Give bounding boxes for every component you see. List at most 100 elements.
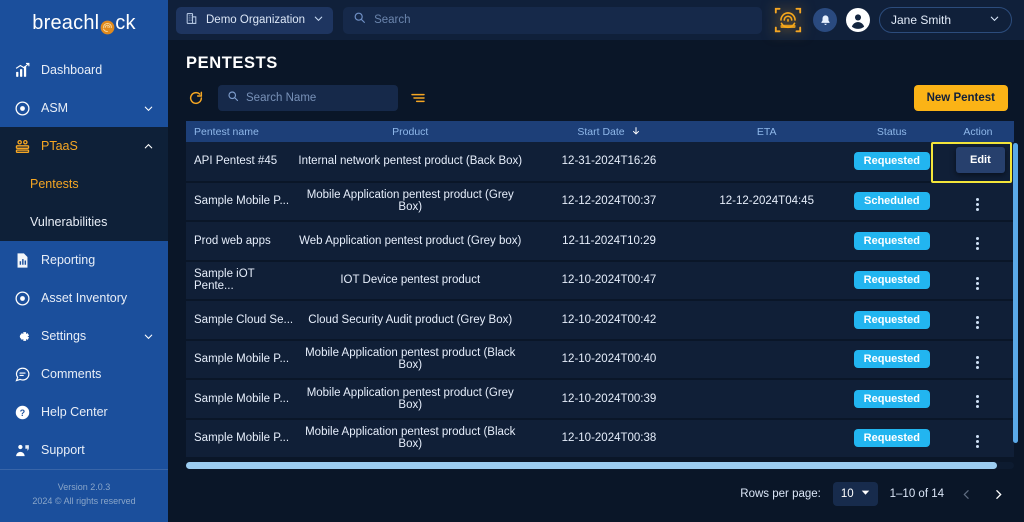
column-header-start-date[interactable]: Start Date: [526, 121, 692, 142]
sidebar-item-label: Help Center: [41, 405, 108, 419]
sidebar-item-label: PTaaS: [41, 139, 78, 153]
cell-eta: [691, 260, 842, 301]
sidebar-subitem-label: Pentests: [30, 177, 79, 191]
table-toolbar: New Pentest: [168, 73, 1024, 121]
status-badge: Requested: [853, 389, 930, 408]
table-row[interactable]: Sample Mobile P... Mobile Application pe…: [186, 379, 1014, 420]
search-input[interactable]: [374, 14, 752, 26]
main-content: Demo Organization Search Jane Smith PENT…: [168, 0, 1024, 522]
next-page-button[interactable]: [988, 484, 1008, 504]
cell-action: [941, 418, 1014, 459]
target-icon: [14, 290, 31, 307]
column-header-eta[interactable]: ETA: [691, 121, 842, 142]
previous-page-button[interactable]: [956, 484, 976, 504]
cell-eta: [691, 339, 842, 380]
vertical-dots-icon[interactable]: [976, 237, 980, 251]
vertical-dots-icon[interactable]: [976, 355, 980, 369]
table-horizontal-scrollbar-track[interactable]: [186, 462, 1014, 469]
cell-status: Requested: [841, 300, 942, 341]
new-pentest-button[interactable]: New Pentest: [913, 85, 1008, 111]
cell-product: Mobile Application pentest product (Grey…: [294, 181, 527, 222]
vertical-dots-icon[interactable]: [976, 395, 980, 409]
sidebar-item-label: Comments: [41, 367, 102, 381]
cell-start-date: 12-10-2024T00:42: [526, 300, 692, 341]
app-root: breachl ck Dashboard ASM PTaaS Pentests …: [0, 0, 1024, 522]
sidebar-subitem-label: Vulnerabilities: [30, 215, 108, 229]
cell-status: Requested: [841, 418, 942, 459]
table-row[interactable]: Sample Mobile P... Mobile Application pe…: [186, 181, 1014, 222]
building-icon: [185, 12, 198, 28]
user-name: Jane Smith: [891, 13, 952, 27]
pentest-search[interactable]: [218, 85, 398, 111]
sidebar-item-comments[interactable]: Comments: [0, 355, 168, 393]
global-search[interactable]: [343, 6, 762, 34]
sidebar-item-dashboard[interactable]: Dashboard: [0, 51, 168, 89]
cell-status: Scheduled: [841, 181, 942, 222]
refresh-icon[interactable]: [186, 88, 206, 108]
sidebar-item-asset-inventory[interactable]: Asset Inventory: [0, 279, 168, 317]
table-row[interactable]: Prod web apps Web Application pentest pr…: [186, 221, 1014, 262]
cell-eta: [691, 300, 842, 341]
vertical-dots-icon[interactable]: [976, 434, 980, 448]
logo-text: breachl ck: [32, 12, 135, 35]
rows-per-page-select[interactable]: 10: [832, 482, 878, 506]
sidebar-footer: Version 2.0.3 2024 © All rights reserved: [0, 469, 168, 522]
column-header-product[interactable]: Product: [294, 121, 527, 142]
gear-icon: [14, 328, 31, 345]
brand-logo[interactable]: breachl ck: [0, 0, 168, 47]
copyright-label: 2024 © All rights reserved: [32, 496, 136, 506]
sidebar-item-reporting[interactable]: Reporting: [0, 241, 168, 279]
pagination-range-label: 1–10 of 14: [889, 488, 944, 500]
sidebar-item-label: Asset Inventory: [41, 291, 128, 305]
sidebar-item-support[interactable]: Support: [0, 431, 168, 469]
search-icon: [227, 89, 239, 107]
fingerprint-icon[interactable]: [772, 4, 804, 36]
column-header-status[interactable]: Status: [841, 121, 942, 142]
cell-eta: [691, 142, 842, 183]
organization-selector[interactable]: Demo Organization: [176, 6, 334, 34]
sidebar-item-help-center[interactable]: ? Help Center: [0, 393, 168, 431]
sidebar-item-pentests[interactable]: Pentests: [0, 165, 168, 203]
notifications-bell-icon[interactable]: [813, 8, 837, 32]
support-agent-icon: [14, 442, 31, 459]
table-vertical-scrollbar[interactable]: [1013, 143, 1018, 443]
pentest-search-input[interactable]: [246, 92, 389, 104]
table-row[interactable]: Sample Mobile P... Mobile Application pe…: [186, 418, 1014, 459]
sidebar-item-label: Reporting: [41, 253, 96, 267]
table-row[interactable]: Sample Mobile P... Mobile Application pe…: [186, 339, 1014, 380]
fingerprint-logo-icon: [100, 18, 115, 35]
cell-eta: [691, 418, 842, 459]
sidebar-item-ptaas[interactable]: PTaaS: [0, 127, 168, 165]
cell-action: [941, 379, 1014, 420]
column-header-action: Action: [941, 121, 1014, 142]
filter-icon[interactable]: [410, 89, 428, 107]
avatar[interactable]: [846, 8, 870, 32]
cell-status: Requested: [841, 142, 942, 183]
status-badge: Requested: [853, 271, 930, 290]
table-row[interactable]: API Pentest #45 Internal network pentest…: [186, 142, 1014, 183]
cell-start-date: 12-12-2024T00:37: [526, 181, 692, 222]
vertical-dots-icon[interactable]: [976, 197, 980, 211]
sidebar-item-vulnerabilities[interactable]: Vulnerabilities: [0, 203, 168, 241]
cell-start-date: 12-31-2024T16:26: [526, 142, 692, 183]
rows-per-page-value: 10: [840, 488, 854, 500]
user-menu[interactable]: Jane Smith: [879, 7, 1012, 33]
cell-product: IOT Device pentest product: [294, 260, 527, 301]
sidebar-item-label: Support: [41, 443, 85, 457]
cell-pentest-name: Sample Mobile P...: [186, 339, 295, 380]
search-icon: [353, 11, 366, 29]
column-header-pentest-name[interactable]: Pentest name: [186, 121, 295, 142]
vertical-dots-icon[interactable]: [976, 316, 980, 330]
cell-start-date: 12-11-2024T10:29: [526, 221, 692, 262]
target-icon: [14, 100, 31, 117]
chevron-up-icon: [142, 140, 154, 152]
table-row[interactable]: Sample iOT Pente... IOT Device pentest p…: [186, 260, 1014, 301]
vertical-dots-icon[interactable]: [976, 276, 980, 290]
sidebar-item-asm[interactable]: ASM: [0, 89, 168, 127]
sidebar-item-settings[interactable]: Settings: [0, 317, 168, 355]
column-header-start-date-label: Start Date: [577, 125, 625, 138]
table-horizontal-scrollbar-thumb[interactable]: [186, 462, 998, 469]
table-row[interactable]: Sample Cloud Se... Cloud Security Audit …: [186, 300, 1014, 341]
row-action-edit-menu-item[interactable]: Edit: [956, 147, 1005, 173]
pagination-bar: Rows per page: 10 1–10 of 14: [168, 482, 1024, 522]
